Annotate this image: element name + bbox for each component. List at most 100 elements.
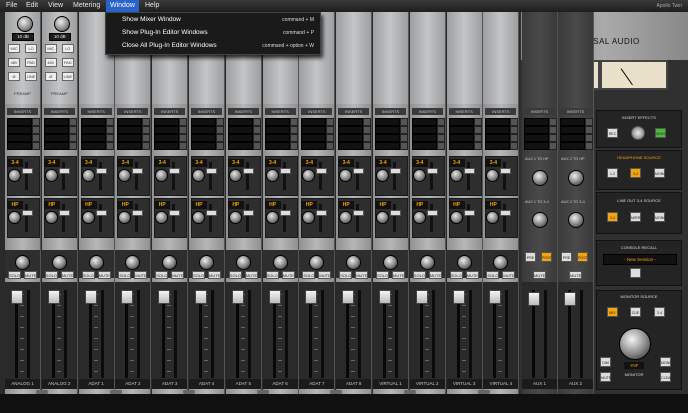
pan-knob[interactable] [88,255,104,270]
insert-power-button[interactable] [179,142,188,150]
insert-power-button[interactable] [363,142,372,150]
insert-slot[interactable] [560,118,585,126]
send-hp-fader[interactable] [426,210,438,216]
channel-fader[interactable] [305,290,318,304]
send-hp-knob[interactable] [192,211,205,224]
send-hp-fader[interactable] [316,210,328,216]
insert-slot[interactable] [524,118,549,126]
insert-power-button[interactable] [585,134,593,142]
channel-fader[interactable] [11,290,23,304]
insert-slot[interactable] [80,142,106,150]
preamp-button[interactable]: LINE [61,72,74,81]
send-3-4-knob[interactable] [228,169,242,182]
insert-slot[interactable] [560,134,585,142]
channel-fader[interactable] [379,290,391,304]
line-source-mirr[interactable]: MIRR [630,212,641,222]
mute-button[interactable]: MUTE [134,271,148,279]
mute-button[interactable]: MUTE [465,271,479,279]
channel-fader[interactable] [489,290,502,304]
insert-slot[interactable] [375,134,400,142]
insert-slot[interactable] [560,142,585,150]
insert-slot[interactable] [264,118,290,126]
insert-power-button[interactable] [510,134,519,142]
insert-power-button[interactable] [549,118,557,126]
send-3-4-fader[interactable] [242,168,254,174]
insert-slot[interactable] [411,118,437,126]
insert-power-button[interactable] [68,142,77,150]
insert-slot[interactable] [485,126,511,134]
aux-to-hp-knob[interactable] [532,170,548,186]
menu-view[interactable]: View [44,0,67,12]
menu-metering[interactable]: Metering [69,0,104,12]
pan-knob[interactable] [51,255,67,270]
mute-button[interactable]: MUTE [281,271,295,279]
line-source-3-4[interactable]: 3-4 [607,212,618,222]
insert-power-button[interactable] [289,126,298,134]
send-3-4-knob[interactable] [44,169,58,182]
monitor-source-cue[interactable]: CUE [630,307,641,317]
insert-power-button[interactable] [400,134,408,142]
send-3-4-fader[interactable] [279,168,291,174]
insert-power-button[interactable] [326,118,335,126]
send-hp-knob[interactable] [412,211,426,224]
insert-power-button[interactable] [510,126,519,134]
channel-fader[interactable] [158,290,171,304]
menu-file[interactable]: File [2,0,21,12]
send-hp-fader[interactable] [58,210,70,216]
preamp-button[interactable]: MIC [8,44,20,53]
send-hp-fader[interactable] [500,210,512,216]
insert-slot[interactable] [191,126,216,134]
menu-window[interactable]: Window [106,0,139,12]
send-hp-fader[interactable] [242,210,254,216]
insert-power-button[interactable] [510,142,519,150]
aux-fader[interactable] [564,292,576,306]
solo-button[interactable]: SOLO [8,271,21,279]
preamp-button[interactable]: Ø [44,72,57,81]
insert-slot[interactable] [448,142,474,150]
aux-post-button[interactable]: POST [541,252,552,262]
mute-button[interactable]: MUTE [569,271,582,279]
send-3-4-fader[interactable] [390,168,401,174]
insert-power-button[interactable] [436,142,445,150]
insert-power-button[interactable] [32,142,40,150]
insert-power-button[interactable] [436,134,445,142]
send-3-4-fader[interactable] [58,168,70,174]
monitor-mono-button[interactable]: MONO [660,357,672,367]
insert-slot[interactable] [7,126,32,134]
insert-power-button[interactable] [363,118,372,126]
hp-source-1-2[interactable]: 1-2 [607,168,618,178]
insert-power-button[interactable] [32,126,40,134]
send-hp-fader[interactable] [463,210,475,216]
channel-fader[interactable] [195,290,207,304]
pan-knob[interactable] [272,255,288,270]
insert-power-button[interactable] [289,134,298,142]
solo-button[interactable]: SOLO [486,271,500,279]
send-hp-knob[interactable] [81,211,95,224]
insert-slot[interactable] [264,126,290,134]
insert-slot[interactable] [117,134,143,142]
send-3-4-fader[interactable] [95,168,107,174]
send-3-4-fader[interactable] [22,168,33,174]
insert-slot[interactable] [43,118,69,126]
insert-slot[interactable] [338,118,364,126]
aux-pre-button[interactable]: PRE [561,252,572,262]
send-hp-knob[interactable] [228,211,242,224]
mute-button[interactable]: MUTE [533,271,546,279]
insert-slot[interactable] [154,142,180,150]
solo-button[interactable]: SOLO [81,271,95,279]
mute-button[interactable]: MUTE [97,271,111,279]
preamp-button[interactable]: PAD [61,58,74,67]
insert-power-button[interactable] [142,126,151,134]
send-hp-knob[interactable] [449,211,463,224]
insert-slot[interactable] [524,134,549,142]
monitor-mute-button[interactable]: MUTE [600,372,611,382]
preamp-button[interactable]: MIC [44,44,57,53]
send-hp-knob[interactable] [8,211,21,224]
aux-to-3-4-knob[interactable] [568,212,584,228]
insert-power-button[interactable] [585,118,593,126]
mute-button[interactable]: MUTE [171,271,185,279]
aux-pre-button[interactable]: PRE [525,252,536,262]
insert-slot[interactable] [7,142,32,150]
console-recall-button[interactable] [630,268,641,278]
channel-fader[interactable] [84,290,97,304]
